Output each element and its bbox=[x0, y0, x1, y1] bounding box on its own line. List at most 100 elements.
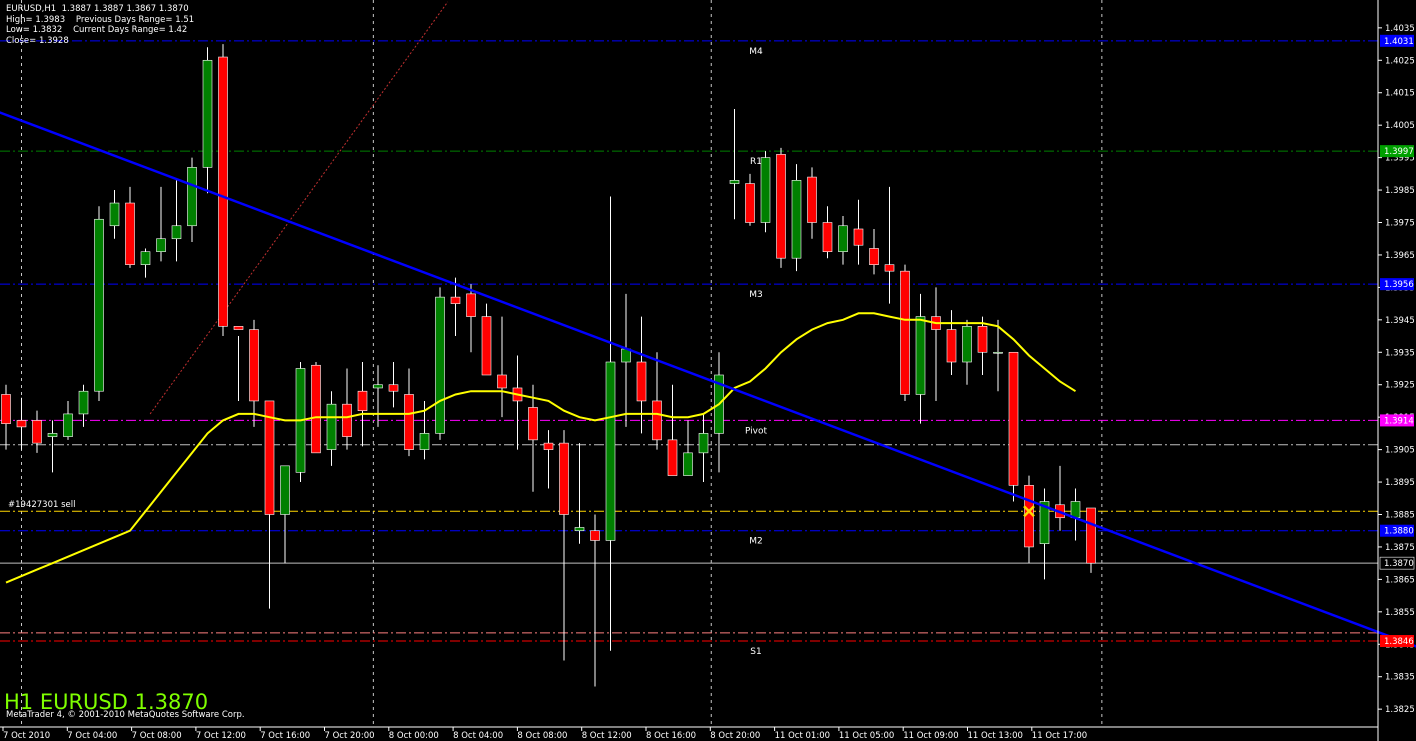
time-tick-label-6: 8 Oct 00:00 bbox=[389, 731, 439, 741]
level-price-label-0: 1.4031 bbox=[1384, 37, 1414, 47]
high-range-line: High= 1.3983 Previous Days Range= 1.51 bbox=[6, 14, 195, 25]
candle-body-0 bbox=[1, 394, 11, 424]
candle-body-54 bbox=[838, 225, 848, 253]
candle-body-41 bbox=[636, 361, 647, 402]
time-tick-label-10: 8 Oct 16:00 bbox=[646, 731, 696, 741]
time-tick-label-7: 8 Oct 04:00 bbox=[453, 731, 503, 741]
price-tick-label-3: 1.4005 bbox=[1385, 121, 1415, 131]
candle-body-45 bbox=[698, 433, 709, 454]
time-tick-label-5: 7 Oct 20:00 bbox=[325, 731, 375, 741]
candle-body-29 bbox=[450, 296, 461, 304]
time-tick-label-12: 11 Oct 01:00 bbox=[775, 731, 830, 741]
moving-average-line bbox=[5, 312, 1077, 584]
price-tick-label-13: 1.3905 bbox=[1385, 446, 1415, 456]
level-price-label-1: 1.3997 bbox=[1384, 147, 1414, 157]
price-tick-label-16: 1.3875 bbox=[1385, 543, 1415, 553]
candle-body-16 bbox=[249, 329, 259, 402]
candle-body-11 bbox=[171, 225, 182, 240]
price-tick-label-20: 1.3835 bbox=[1385, 673, 1415, 683]
time-tick-label-0: 7 Oct 2010 bbox=[3, 731, 50, 741]
level-name-m3: M3 bbox=[749, 290, 763, 300]
candle-body-63 bbox=[977, 326, 988, 353]
candle-body-51 bbox=[791, 180, 802, 259]
price-tick-label-14: 1.3895 bbox=[1385, 478, 1415, 488]
candle-body-42 bbox=[652, 400, 662, 441]
candle-body-4 bbox=[63, 413, 73, 437]
price-tick-label-21: 1.3825 bbox=[1385, 705, 1415, 715]
candle-body-23 bbox=[357, 390, 368, 411]
price-tick-label-15: 1.3885 bbox=[1385, 510, 1415, 520]
close-line: Close= 1.3928 bbox=[6, 35, 69, 46]
candle-body-58 bbox=[900, 270, 910, 395]
level-name-s1: S1 bbox=[750, 647, 761, 657]
price-tick-label-6: 1.3975 bbox=[1385, 219, 1415, 229]
time-tick-label-2: 7 Oct 08:00 bbox=[132, 731, 182, 741]
level-price-label-6: 1.3880 bbox=[1384, 527, 1414, 537]
time-tick-label-15: 11 Oct 13:00 bbox=[968, 731, 1023, 741]
candle-body-36 bbox=[559, 442, 569, 515]
candle-body-62 bbox=[962, 326, 972, 363]
price-tick-label-11: 1.3925 bbox=[1385, 381, 1415, 391]
order-label: #19427301 sell bbox=[8, 500, 75, 510]
candle-body-25 bbox=[388, 384, 399, 392]
candle-body-59 bbox=[915, 316, 926, 395]
candle-body-43 bbox=[667, 439, 678, 476]
low-range-line: Low= 1.3832 Current Days Range= 1.42 bbox=[6, 25, 188, 35]
candle-body-48 bbox=[745, 183, 755, 223]
price-chart[interactable]: M4 R1 M3 Pivot M2 S1 1.4035 1.4025 1.4015 1.4005… bbox=[0, 0, 1416, 741]
candle-body-69 bbox=[1070, 501, 1081, 519]
candle-body-24 bbox=[373, 384, 383, 389]
candle-body-65 bbox=[1008, 351, 1019, 486]
price-tick-label-1: 1.4025 bbox=[1385, 56, 1415, 66]
symbol-info-panel: EURUSD,H1 1.3887 1.3887 1.3867 1.3870 Hig… bbox=[6, 4, 194, 46]
time-tick-label-11: 8 Oct 20:00 bbox=[710, 731, 760, 741]
time-tick-label-8: 8 Oct 08:00 bbox=[517, 731, 567, 741]
candle-body-61 bbox=[946, 329, 957, 363]
candle-body-3 bbox=[47, 433, 58, 437]
price-tick-label-10: 1.3935 bbox=[1385, 348, 1415, 358]
moving-average bbox=[5, 312, 1077, 584]
candle-body-56 bbox=[869, 248, 879, 265]
candle-body-2 bbox=[32, 420, 42, 444]
candle-body-37 bbox=[574, 527, 585, 532]
candle-body-49 bbox=[760, 157, 771, 223]
candlesticks bbox=[1, 44, 1096, 687]
level-price-label-7: 1.3870 bbox=[1384, 559, 1414, 569]
grid-lines bbox=[21, 0, 1103, 727]
candle-body-8 bbox=[125, 202, 135, 265]
candle-body-26 bbox=[404, 394, 414, 450]
candle-body-1 bbox=[16, 420, 27, 428]
level-price-label-3: 1.3914 bbox=[1384, 416, 1414, 426]
level-name-m2: M2 bbox=[749, 537, 763, 547]
candle-body-15 bbox=[233, 326, 244, 330]
time-tick-label-16: 11 Oct 17:00 bbox=[1032, 731, 1087, 741]
candle-body-50 bbox=[776, 154, 786, 259]
time-tick-label-3: 7 Oct 12:00 bbox=[196, 731, 246, 741]
candle-body-44 bbox=[683, 452, 693, 476]
level-price-label-2: 1.3956 bbox=[1384, 280, 1414, 290]
time-tick-label-1: 7 Oct 04:00 bbox=[67, 731, 117, 741]
copyright-text: MetaTrader 4, © 2001-2010 MetaQuotes Sof… bbox=[6, 710, 245, 720]
candle-body-64 bbox=[993, 351, 1003, 354]
time-tick-label-13: 11 Oct 05:00 bbox=[839, 731, 894, 741]
symbol-ohlc-line: EURUSD,H1 1.3887 1.3887 1.3867 1.3870 bbox=[6, 4, 189, 14]
candle-body-21 bbox=[326, 403, 337, 450]
time-axis: 7 Oct 2010 7 Oct 04:00 7 Oct 08:00 7 Oct 12… bbox=[2, 727, 1087, 741]
level-name-r1: R1 bbox=[750, 157, 762, 167]
candle-body-47 bbox=[729, 180, 740, 184]
candle-body-7 bbox=[109, 202, 120, 227]
candle-body-6 bbox=[94, 218, 104, 392]
downtrend-line[interactable] bbox=[0, 109, 1416, 667]
price-tick-label-9: 1.3945 bbox=[1385, 316, 1415, 326]
candle-body-55 bbox=[853, 228, 864, 246]
trend-line[interactable] bbox=[0, 109, 1416, 667]
candle-body-70 bbox=[1086, 507, 1096, 564]
candle-body-35 bbox=[543, 442, 554, 450]
time-tick-label-14: 11 Oct 09:00 bbox=[903, 731, 958, 741]
candle-body-13 bbox=[202, 59, 213, 168]
candle-body-12 bbox=[187, 167, 197, 227]
level-name-pivot: Pivot bbox=[745, 426, 768, 436]
candle-body-18 bbox=[280, 465, 290, 515]
candle-body-52 bbox=[807, 176, 817, 223]
price-tick-label-18: 1.3855 bbox=[1385, 608, 1415, 618]
